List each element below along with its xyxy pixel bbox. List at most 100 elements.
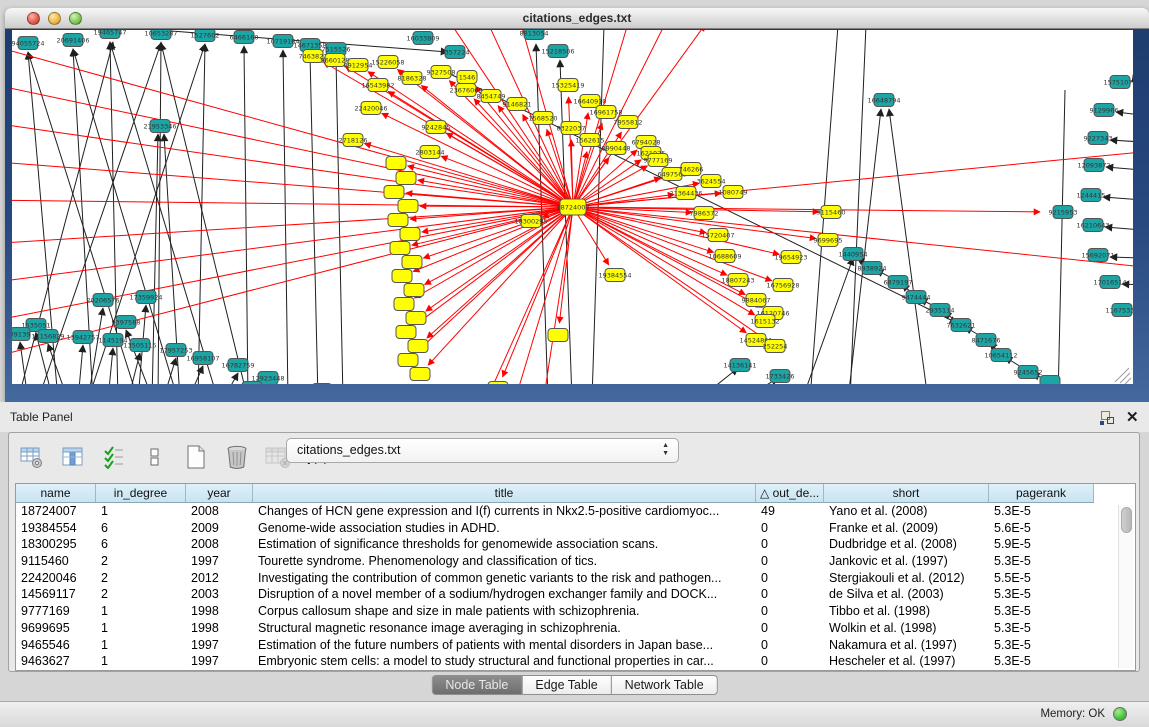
table-cell[interactable]: Tourette syndrome. Phenomenology and cla…	[253, 553, 756, 570]
citation-edge[interactable]	[802, 258, 853, 384]
graph-node[interactable]: 1440954	[839, 248, 868, 261]
graph-node[interactable]: 12093872	[1077, 159, 1110, 172]
table-cell[interactable]: 5.3E-5	[989, 586, 1094, 603]
scrollbar-thumb[interactable]	[1121, 507, 1132, 533]
table-cell[interactable]: 2	[96, 570, 186, 587]
graph-node[interactable]: 9146821	[503, 98, 532, 111]
tab-node-table[interactable]: Node Table	[431, 675, 522, 695]
graph-node[interactable]	[392, 270, 412, 283]
graph-node[interactable]: 15226058	[371, 56, 404, 69]
table-row[interactable]: 1938455462009Genome-wide association stu…	[16, 520, 1135, 537]
resize-handle-icon[interactable]	[1120, 373, 1130, 383]
graph-node[interactable]: 94055724	[12, 37, 45, 50]
graph-node[interactable]: 7632621	[947, 319, 976, 332]
graph-node[interactable]: 2718126	[339, 134, 368, 147]
table-cell[interactable]: 2	[96, 553, 186, 570]
table-vertical-scrollbar[interactable]	[1118, 505, 1133, 668]
graph-node[interactable]	[410, 368, 430, 381]
graph-node[interactable]: 20206576	[86, 294, 119, 307]
graph-node[interactable]	[312, 384, 332, 385]
table-cell[interactable]: 5.5E-5	[989, 570, 1094, 587]
table-cell[interactable]: 14569117	[16, 586, 96, 603]
table-cell[interactable]: Estimation of significance thresholds fo…	[253, 536, 756, 553]
graph-node[interactable]: 9215953	[1049, 206, 1078, 219]
table-cell[interactable]: 6	[96, 536, 186, 553]
hub-citation-edge[interactable]	[12, 207, 573, 244]
graph-node[interactable]: 16033809	[406, 32, 439, 45]
memory-status-indicator[interactable]	[1113, 707, 1127, 721]
citation-edge[interactable]	[1058, 90, 1065, 384]
citation-edge[interactable]	[128, 353, 140, 384]
graph-node[interactable]	[396, 326, 416, 339]
graph-node[interactable]: 16756928	[766, 279, 799, 292]
graph-node[interactable]	[404, 284, 424, 297]
table-cell[interactable]: Yano et al. (2008)	[824, 503, 989, 520]
row-selector-button[interactable]	[142, 444, 168, 470]
table-row[interactable]: 2242004622012Investigating the contribut…	[16, 570, 1135, 587]
table-cell[interactable]: Estimation of the future numbers of pati…	[253, 637, 756, 654]
table-row[interactable]: 977716911998Corpus callosum shape and si…	[16, 603, 1135, 620]
table-cell[interactable]: 1	[96, 637, 186, 654]
citation-edge[interactable]	[188, 366, 203, 384]
table-cell[interactable]: 1998	[186, 620, 253, 637]
citation-edge[interactable]	[1116, 112, 1133, 115]
table-cell[interactable]: 0	[756, 520, 824, 537]
graph-node[interactable]: 15692071	[1081, 249, 1114, 262]
table-row[interactable]: 946362711997Embryonic stem cells: a mode…	[16, 653, 1135, 670]
new-table-button[interactable]	[183, 444, 209, 470]
table-cell[interactable]: 9699695	[16, 620, 96, 637]
graph-node[interactable]: 1244415	[1077, 189, 1106, 202]
graph-node[interactable]: 9884067	[742, 294, 771, 307]
graph-node[interactable]	[408, 340, 428, 353]
resize-handle-icon[interactable]	[1125, 378, 1131, 384]
graph-node[interactable]: 10654112	[984, 349, 1017, 362]
table-cell[interactable]: 19384554	[16, 520, 96, 537]
graph-node[interactable]: 1733426	[766, 370, 795, 383]
table-cell[interactable]: Dudbridge et al. (2008)	[824, 536, 989, 553]
graph-node[interactable]: 15751074	[1103, 76, 1133, 89]
float-panel-icon[interactable]	[1100, 410, 1116, 426]
table-cell[interactable]: Jankovic et al. (1997)	[824, 553, 989, 570]
graph-node[interactable]: 746266	[679, 163, 704, 176]
hub-citation-edge[interactable]	[547, 129, 573, 207]
column-header-name[interactable]: name	[16, 484, 96, 503]
table-cell[interactable]: Embryonic stem cells: a model to study s…	[253, 653, 756, 670]
table-cell[interactable]: 0	[756, 603, 824, 620]
table-cell[interactable]: 0	[756, 653, 824, 670]
table-cell[interactable]: 2003	[186, 586, 253, 603]
table-cell[interactable]: 5.3E-5	[989, 503, 1094, 520]
citation-edge[interactable]	[283, 50, 288, 384]
table-cell[interactable]: 1	[96, 653, 186, 670]
table-cell[interactable]: Structural magnetic resonance image aver…	[253, 620, 756, 637]
graph-node[interactable]: 19384554	[598, 269, 631, 282]
graph-node[interactable]: 8454749	[477, 90, 506, 103]
citation-edge[interactable]	[850, 30, 866, 384]
citation-edge[interactable]	[848, 109, 881, 384]
hub-citation-edge[interactable]	[12, 200, 573, 207]
tab-edge-table[interactable]: Edge Table	[522, 675, 611, 695]
table-cell[interactable]: 1997	[186, 553, 253, 570]
table-cell[interactable]: 9777169	[16, 603, 96, 620]
table-row[interactable]: 1456911722003Disruption of a novel membe…	[16, 586, 1135, 603]
graph-node[interactable]: 8186328	[398, 72, 427, 85]
table-row[interactable]: 911546021997Tourette syndrome. Phenomeno…	[16, 553, 1135, 570]
table-cell[interactable]: 2008	[186, 503, 253, 520]
graph-node[interactable]: 9474444	[902, 291, 931, 304]
graph-node[interactable]: 8813054	[520, 30, 549, 40]
graph-node[interactable]: 9115460	[817, 206, 846, 219]
table-row[interactable]: 1872400712008Changes of HCN gene express…	[16, 503, 1135, 520]
table-cell[interactable]: 6	[96, 520, 186, 537]
graph-node[interactable]: 252254	[763, 340, 788, 353]
table-cell[interactable]: Hescheler et al. (1997)	[824, 653, 989, 670]
graph-node[interactable]: 39139	[12, 328, 30, 341]
graph-node[interactable]	[242, 382, 262, 385]
graph-node[interactable]	[488, 382, 508, 385]
show-columns-button[interactable]	[60, 444, 86, 470]
column-header-year[interactable]: year	[186, 484, 253, 503]
table-cell[interactable]: 0	[756, 620, 824, 637]
table-cell[interactable]: Franke et al. (2009)	[824, 520, 989, 537]
graph-node[interactable]	[386, 157, 406, 170]
graph-node[interactable]: 1546	[457, 71, 477, 84]
graph-node[interactable]	[398, 354, 418, 367]
graph-node[interactable]: 1527602	[191, 30, 220, 42]
